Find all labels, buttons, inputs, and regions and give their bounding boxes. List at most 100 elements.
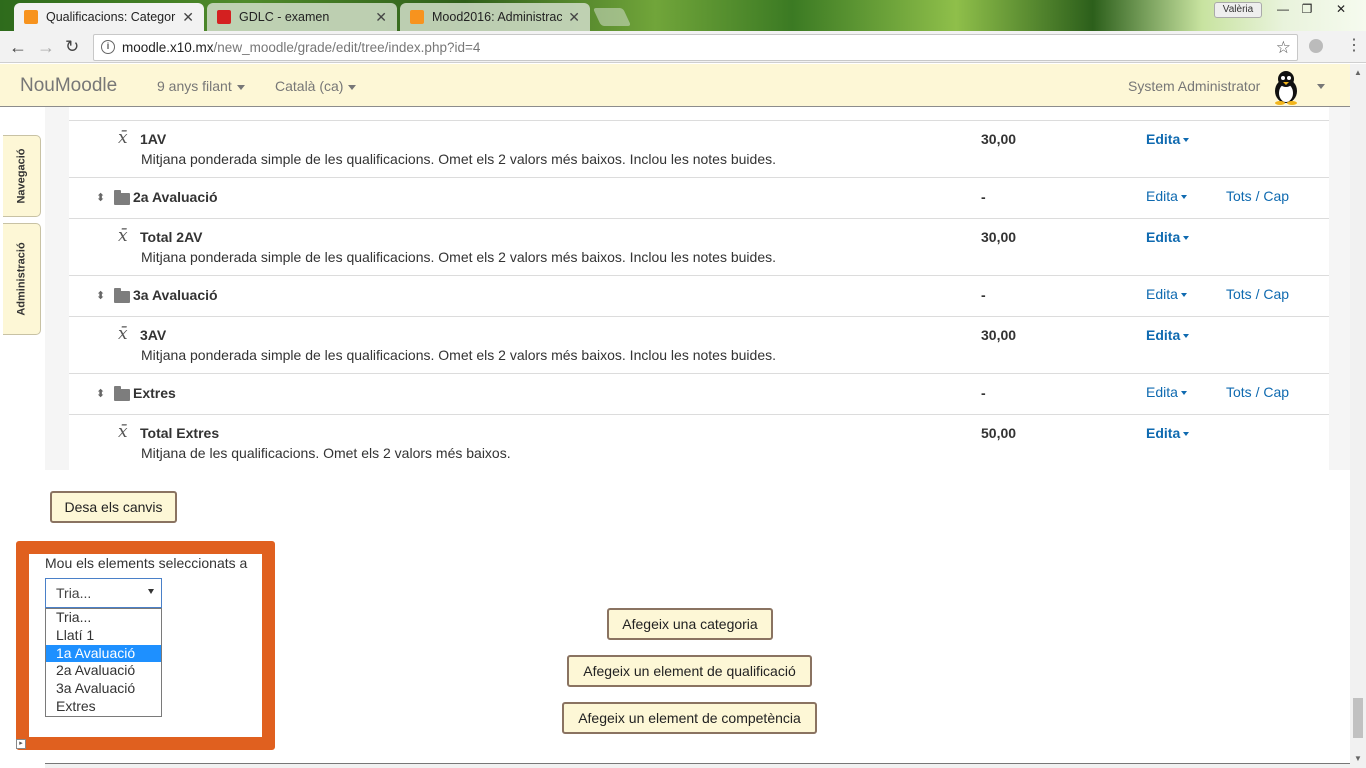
close-tab-icon[interactable]: ✕ — [182, 9, 194, 26]
scroll-down-icon[interactable]: ▼ — [1354, 754, 1362, 763]
move-icon[interactable]: ⬍ — [96, 387, 105, 400]
select-all-none-link[interactable]: Tots / Cap — [1226, 286, 1289, 302]
custom-menu-years[interactable]: 9 anys filant — [157, 78, 245, 94]
administration-block-tab[interactable]: Administració — [3, 223, 41, 335]
option-3a-avaluacio[interactable]: 3a Avaluació — [46, 680, 161, 698]
profile-button[interactable]: Valèria — [1214, 2, 1262, 18]
maximize-button[interactable]: ❐ — [1294, 0, 1320, 18]
row-divider — [69, 275, 1329, 276]
navigation-block-tab[interactable]: Navegació — [3, 135, 41, 217]
row-divider — [69, 177, 1329, 178]
close-tab-icon[interactable]: ✕ — [375, 9, 387, 26]
move-target-selected-value: Tria... — [56, 585, 92, 601]
close-window-button[interactable]: ✕ — [1328, 0, 1354, 18]
edit-menu[interactable]: Edita — [1146, 384, 1187, 400]
chevron-down-icon — [1180, 293, 1187, 298]
edit-menu[interactable]: Edita — [1146, 229, 1190, 245]
aggregation-mean-icon: x̄ — [118, 226, 128, 246]
new-tab-button[interactable] — [592, 8, 632, 26]
move-icon[interactable]: ⬍ — [96, 191, 105, 204]
language-menu-label: Català (ca) — [275, 78, 344, 94]
edit-menu[interactable]: Edita — [1146, 131, 1190, 147]
scroll-up-icon[interactable]: ▲ — [1354, 68, 1362, 77]
edit-menu[interactable]: Edita — [1146, 327, 1190, 343]
move-target-options: Tria... Llatí 1 1a Avaluació 2a Avaluaci… — [45, 608, 162, 717]
row-divider — [69, 414, 1329, 415]
folder-icon — [114, 386, 130, 401]
chevron-down-icon — [348, 84, 357, 90]
option-1a-avaluacio[interactable]: 1a Avaluació — [46, 644, 161, 663]
add-outcome-item-button[interactable]: Afegeix un element de competència — [562, 702, 817, 734]
bookmark-star-icon[interactable]: ☆ — [1276, 35, 1291, 60]
back-icon[interactable]: ← — [9, 37, 27, 57]
option-extres[interactable]: Extres — [46, 698, 161, 716]
browser-tab-qualificacions[interactable]: Qualificacions: Categorie ✕ — [14, 3, 204, 31]
chevron-down-icon — [1180, 391, 1187, 396]
move-target-select[interactable]: Tria... — [45, 578, 162, 608]
category-max-value: - — [981, 385, 986, 401]
info-icon[interactable]: i — [101, 40, 115, 54]
grade-item-description: Mitjana de les qualificacions. Omet els … — [141, 445, 511, 461]
aggregation-mean-icon: x̄ — [118, 128, 128, 148]
administration-block-label: Administració — [15, 242, 28, 316]
edit-menu[interactable]: Edita — [1146, 425, 1190, 441]
select-all-none-link[interactable]: Tots / Cap — [1226, 384, 1289, 400]
url-path: /new_moodle/grade/edit/tree/index.php?id… — [213, 40, 481, 55]
move-selected-label: Mou els elements seleccionats a — [45, 555, 248, 571]
resize-handle-icon[interactable]: ▸ — [16, 739, 26, 749]
tab-title: Mood2016: Administraci — [432, 10, 563, 24]
grade-item-description: Mitjana ponderada simple de les qualific… — [141, 151, 776, 167]
edit-menu-label: Edita — [1146, 131, 1181, 147]
avatar[interactable] — [1268, 69, 1304, 105]
grade-max-value: 30,00 — [981, 327, 1017, 343]
grade-max-value: 30,00 — [981, 229, 1017, 245]
extension-icon[interactable] — [1309, 39, 1323, 53]
select-all-none-link[interactable]: Tots / Cap — [1226, 188, 1289, 204]
tab-title: Qualificacions: Categorie — [46, 10, 177, 24]
save-changes-button[interactable]: Desa els canvis — [50, 491, 177, 523]
row-divider — [69, 316, 1329, 317]
vertical-scrollbar[interactable]: ▲ ▼ — [1350, 64, 1366, 768]
option-2a-avaluacio[interactable]: 2a Avaluació — [46, 662, 161, 680]
grade-item-name: Total 2AV — [140, 229, 203, 245]
edit-menu-label: Edita — [1146, 286, 1178, 302]
option-llati-1[interactable]: Llatí 1 — [46, 627, 161, 645]
grade-item-name: Total Extres — [140, 425, 220, 441]
folder-icon — [114, 190, 130, 205]
move-icon[interactable]: ⬍ — [96, 289, 105, 302]
row-divider — [69, 373, 1329, 374]
scrollbar-thumb[interactable] — [1353, 698, 1363, 738]
site-brand[interactable]: NouMoodle — [20, 75, 117, 97]
chevron-down-icon — [1183, 334, 1190, 339]
grade-max-value: 50,00 — [981, 425, 1017, 441]
folder-icon — [114, 288, 130, 303]
edit-menu-label: Edita — [1146, 425, 1181, 441]
minimize-button[interactable]: — — [1270, 0, 1296, 18]
navigation-block-label: Navegació — [15, 148, 28, 204]
address-bar[interactable]: i moodle.x10.mx/new_moodle/grade/edit/tr… — [93, 34, 1298, 61]
grade-item-name: 1AV — [140, 131, 167, 147]
moodle-favicon-icon — [24, 10, 38, 24]
user-menu-chevron-icon[interactable] — [1317, 84, 1325, 89]
close-tab-icon[interactable]: ✕ — [568, 9, 580, 26]
option-tria[interactable]: Tria... — [46, 609, 161, 627]
category-name: 2a Avaluació — [133, 189, 218, 205]
browser-tab-mood2016[interactable]: Mood2016: Administraci ✕ — [400, 3, 590, 31]
add-grade-item-button[interactable]: Afegeix un element de qualificació — [567, 655, 812, 687]
chevron-down-icon — [236, 84, 245, 90]
edit-menu[interactable]: Edita — [1146, 188, 1187, 204]
chevron-down-icon — [1180, 195, 1187, 200]
add-category-button[interactable]: Afegeix una categoria — [607, 608, 773, 640]
grade-max-value: 30,00 — [981, 131, 1017, 147]
custom-menu-years-label: 9 anys filant — [157, 78, 232, 94]
forward-icon[interactable]: → — [37, 37, 55, 57]
category-name: Extres — [133, 385, 176, 401]
browser-tab-gdlc[interactable]: GDLC - examen ✕ — [207, 3, 397, 31]
edit-menu[interactable]: Edita — [1146, 286, 1187, 302]
row-divider — [69, 120, 1329, 121]
category-max-value: - — [981, 189, 986, 205]
language-menu[interactable]: Català (ca) — [275, 78, 357, 94]
browser-menu-icon[interactable]: ⋮ — [1346, 36, 1362, 56]
user-name[interactable]: System Administrator — [1128, 78, 1260, 94]
reload-icon[interactable]: ↻ — [65, 37, 79, 57]
